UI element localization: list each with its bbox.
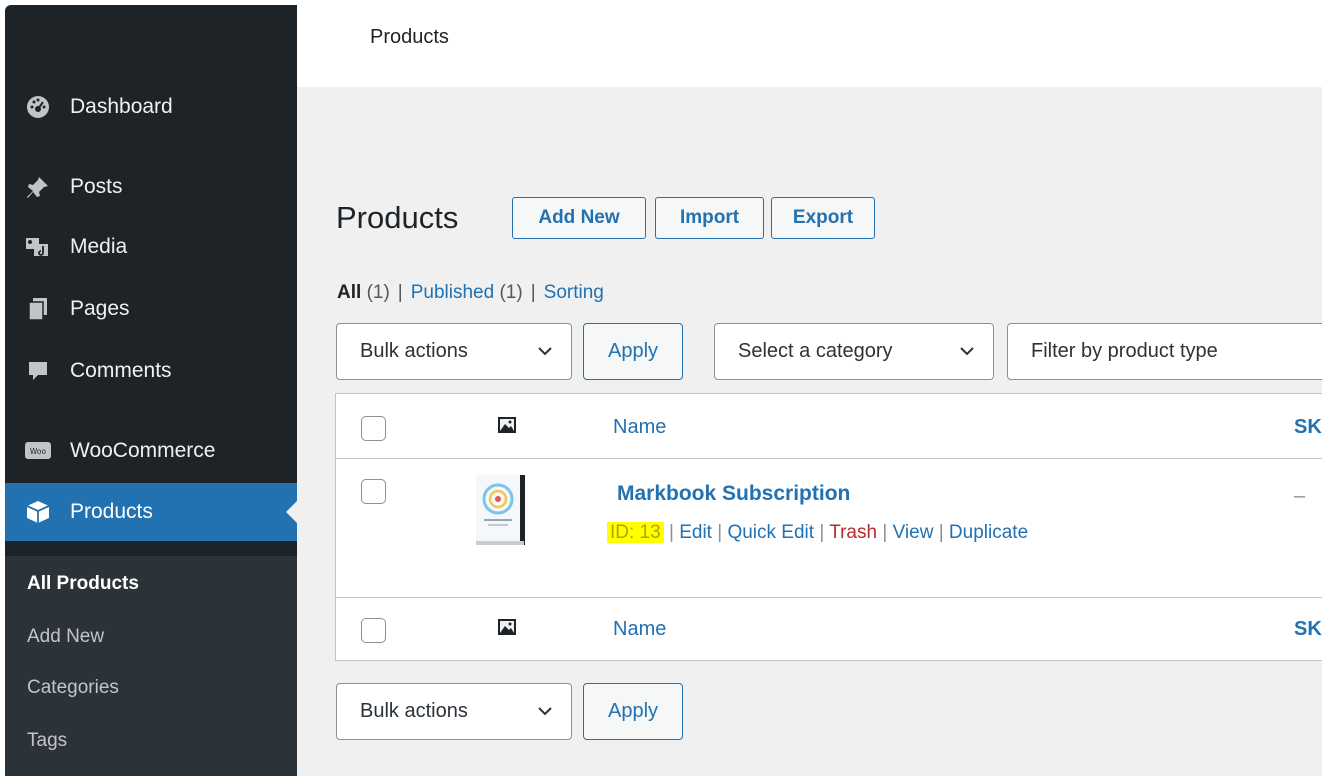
sidebar-item-dashboard[interactable]: Dashboard (5, 78, 297, 136)
trash-link[interactable]: Trash (829, 522, 877, 543)
admin-sidebar: Dashboard Posts Media Pages Comments Woo… (5, 5, 297, 776)
products-table: Name SK Markbook Subscription – ID: 13 |… (335, 393, 1322, 661)
sku-column-header[interactable]: SK (1294, 416, 1322, 439)
sku-column-footer[interactable]: SK (1294, 618, 1322, 641)
sidebar-item-label: Media (70, 235, 128, 258)
sidebar-item-label: WooCommerce (70, 439, 216, 462)
sidebar-item-comments[interactable]: Comments (5, 342, 297, 400)
row-checkbox[interactable] (361, 479, 386, 504)
bulk-actions-select-bottom[interactable]: Bulk actions (336, 683, 572, 740)
add-new-button[interactable]: Add New (512, 197, 646, 239)
media-icon (25, 234, 51, 260)
product-type-filter-select[interactable]: Filter by product type (1007, 323, 1322, 380)
submenu-item-tags[interactable]: Tags (27, 730, 67, 752)
import-button[interactable]: Import (655, 197, 764, 239)
chevron-down-icon (960, 347, 974, 356)
products-submenu: All Products Add New Categories Tags (5, 556, 297, 776)
select-value: Select a category (738, 340, 893, 362)
woo-icon: Woo (25, 438, 51, 464)
view-all-link[interactable]: All (337, 282, 361, 303)
view-published-count: (1) (499, 282, 523, 303)
apply-button-top[interactable]: Apply (583, 323, 683, 380)
view-published-link[interactable]: Published (411, 282, 494, 303)
chevron-down-icon (538, 707, 552, 716)
separator: | (530, 282, 536, 303)
dashboard-icon (25, 94, 51, 120)
category-filter-select[interactable]: Select a category (714, 323, 994, 380)
sidebar-item-label: Dashboard (70, 95, 173, 118)
view-all-count: (1) (366, 282, 390, 303)
page-title: Products (336, 200, 459, 235)
status-filter-links: All (1) | Published (1) | Sorting (337, 282, 604, 304)
sidebar-item-woocommerce[interactable]: Woo WooCommerce (5, 422, 297, 480)
apply-button-bottom[interactable]: Apply (583, 683, 683, 740)
header-title: Products (370, 26, 449, 48)
sidebar-item-label: Pages (70, 297, 130, 320)
product-id-label: ID: 13 (607, 522, 664, 543)
select-value: Bulk actions (360, 700, 468, 722)
view-link[interactable]: View (893, 522, 934, 543)
main-content: Products Add New Import Export All (1) | P… (297, 87, 1322, 776)
submenu-item-categories[interactable]: Categories (27, 677, 119, 699)
pin-icon (25, 174, 51, 200)
sidebar-item-products[interactable]: Products (5, 483, 297, 541)
select-value: Filter by product type (1031, 340, 1218, 362)
sidebar-item-posts[interactable]: Posts (5, 158, 297, 216)
sidebar-item-media[interactable]: Media (5, 218, 297, 276)
table-row: Markbook Subscription – ID: 13 | Edit | … (336, 459, 1322, 598)
table-footer-row: Name SK (336, 598, 1322, 662)
name-column-header[interactable]: Name (613, 416, 666, 439)
select-all-checkbox[interactable] (361, 416, 386, 441)
image-icon (498, 619, 516, 635)
separator: | (397, 282, 403, 303)
svg-text:Woo: Woo (30, 447, 47, 456)
sku-value: – (1294, 485, 1306, 507)
submenu-item-all-products[interactable]: All Products (27, 573, 139, 595)
export-button[interactable]: Export (771, 197, 875, 239)
product-name-link[interactable]: Markbook Subscription (617, 482, 850, 506)
quick-edit-link[interactable]: Quick Edit (727, 522, 814, 543)
top-header: Products (297, 5, 1322, 87)
comment-icon (25, 358, 51, 384)
bulk-actions-select-top[interactable]: Bulk actions (336, 323, 572, 380)
image-icon (498, 417, 516, 433)
sidebar-item-pages[interactable]: Pages (5, 280, 297, 338)
select-value: Bulk actions (360, 340, 468, 362)
sidebar-item-label: Posts (70, 175, 123, 198)
chevron-down-icon (538, 347, 552, 356)
edit-link[interactable]: Edit (679, 522, 712, 543)
sidebar-item-label: Comments (70, 359, 172, 382)
product-thumbnail[interactable] (470, 471, 530, 549)
row-actions: ID: 13 | Edit | Quick Edit | Trash | Vie… (607, 522, 1028, 544)
view-sorting-link[interactable]: Sorting (544, 282, 604, 303)
duplicate-link[interactable]: Duplicate (949, 522, 1028, 543)
select-all-checkbox-footer[interactable] (361, 618, 386, 643)
sidebar-item-label: Products (70, 500, 153, 523)
pages-icon (25, 296, 51, 322)
name-column-footer[interactable]: Name (613, 618, 666, 641)
submenu-item-add-new[interactable]: Add New (27, 626, 104, 648)
box-icon (25, 499, 51, 525)
table-header-row: Name SK (336, 394, 1322, 459)
